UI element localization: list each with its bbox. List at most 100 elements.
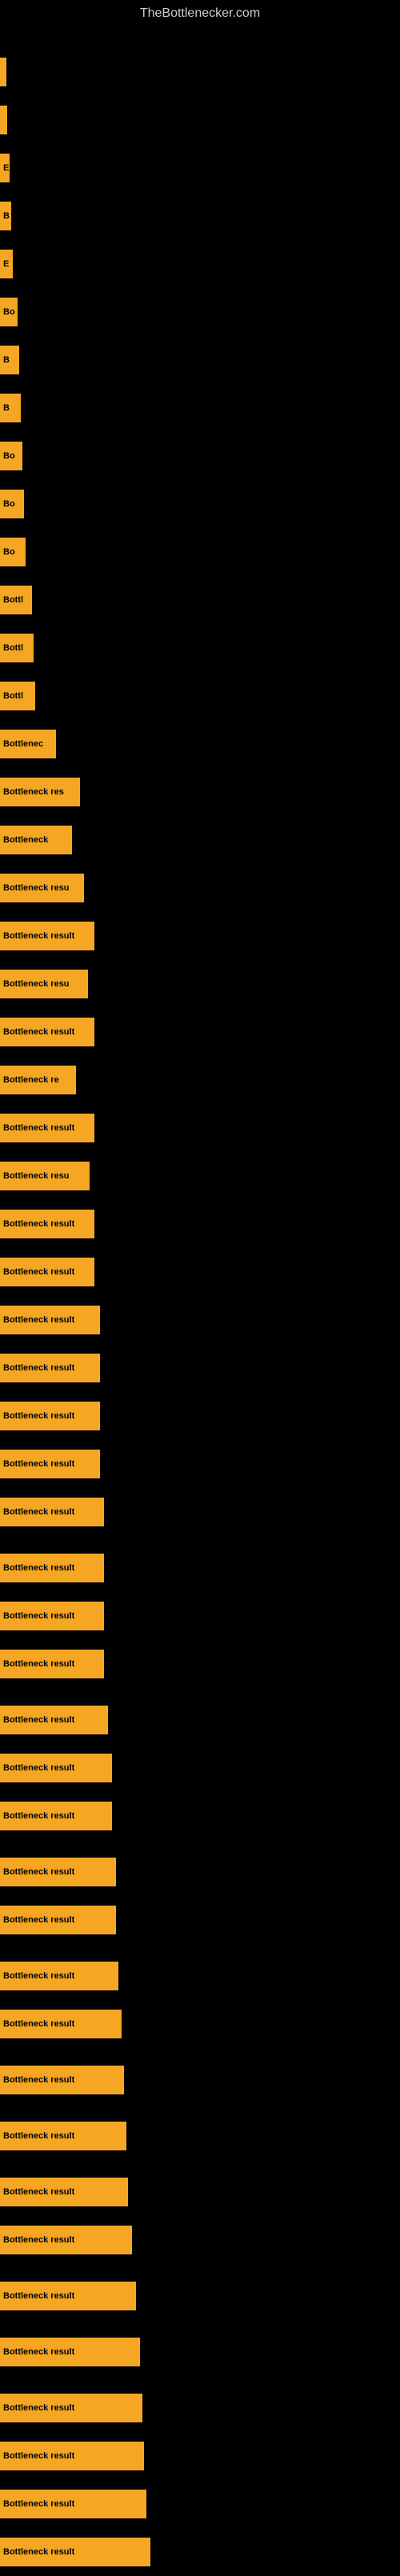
bar-label: Bottleneck resu	[3, 979, 70, 989]
bar-row: Bottleneck result	[0, 2328, 400, 2376]
bar-row: Bottleneck result	[0, 1952, 400, 2000]
bar-label: Bottleneck result	[3, 1507, 74, 1517]
bottleneck-bar: Bottleneck result	[0, 2066, 124, 2094]
bar-row: Bottleneck result	[0, 2000, 400, 2048]
bar-label: Bottleneck result	[3, 931, 74, 941]
bar-label: Bottleneck result	[3, 1763, 74, 1773]
bar-row: Bottlenec	[0, 720, 400, 768]
bar-label: Bottleneck result	[3, 2187, 74, 2197]
bar-label: Bottleneck result	[3, 1027, 74, 1037]
bar-row: Bottleneck result	[0, 1544, 400, 1592]
bottleneck-bar: Bottleneck resu	[0, 970, 88, 998]
bottleneck-bar: Bo	[0, 490, 24, 518]
bar-row: Bottleneck	[0, 816, 400, 864]
bar-row: Bottleneck result	[0, 1200, 400, 1248]
bar-row: Bottl	[0, 624, 400, 672]
bar-row: B	[0, 192, 400, 240]
bar-label: Bottleneck result	[3, 2019, 74, 2029]
bottleneck-bar: Bottl	[0, 586, 32, 614]
bar-row: Bo	[0, 528, 400, 576]
bar-label: E	[3, 259, 9, 269]
bar-label: Bo	[3, 499, 15, 509]
bottleneck-bar: Bottleneck result	[0, 2442, 144, 2470]
bar-row: Bottleneck result	[0, 1248, 400, 1296]
bar-label: Bo	[3, 307, 15, 317]
site-title: TheBottlenecker.com	[0, 0, 400, 27]
bar-row: Bottleneck result	[0, 1848, 400, 1896]
bottleneck-bar: Bottl	[0, 682, 35, 710]
bar-label: Bottlenec	[3, 739, 43, 749]
bar-row: Bottleneck re	[0, 1056, 400, 1104]
bottleneck-bar: Bo	[0, 442, 22, 470]
bar-label: Bottleneck result	[3, 1123, 74, 1133]
bar-row: B	[0, 384, 400, 432]
bar-label: Bottleneck result	[3, 1411, 74, 1421]
bar-label: B	[3, 403, 10, 413]
bar-row	[0, 48, 400, 96]
bar-row: Bottleneck result	[0, 2168, 400, 2216]
bar-label: Bottl	[3, 643, 23, 653]
bar-label: B	[3, 355, 10, 365]
bottleneck-bar: Bottleneck	[0, 826, 72, 854]
bar-label: Bottleneck result	[3, 1971, 74, 1981]
bar-label: Bottleneck	[3, 835, 48, 845]
bar-label: Bottleneck re	[3, 1075, 59, 1085]
bar-label: Bottl	[3, 691, 23, 701]
bottleneck-bar: Bottleneck result	[0, 2226, 132, 2254]
bottleneck-bar: Bottleneck result	[0, 1402, 100, 1430]
bottleneck-bar: Bottleneck result	[0, 1706, 108, 1734]
bottleneck-bar: Bottleneck result	[0, 1306, 100, 1334]
bar-label: Bottleneck resu	[3, 1171, 70, 1181]
bottleneck-bar	[0, 106, 7, 134]
bar-row	[0, 96, 400, 144]
bar-row: Bottleneck result	[0, 2216, 400, 2264]
bottleneck-bar: Bottleneck result	[0, 2010, 122, 2038]
bar-row: Bo	[0, 288, 400, 336]
bar-label: Bo	[3, 451, 15, 461]
bar-row: Bottleneck result	[0, 1488, 400, 1536]
bar-row: Bottleneck result	[0, 1392, 400, 1440]
bar-label: Bottleneck result	[3, 1315, 74, 1325]
bar-label: Bottleneck result	[3, 2131, 74, 2141]
bar-label: Bottleneck res	[3, 787, 64, 797]
bar-label: Bottleneck result	[3, 2403, 74, 2413]
bar-row: Bottleneck result	[0, 2056, 400, 2104]
bottleneck-bar: Bottleneck result	[0, 1114, 94, 1142]
bar-label: Bottleneck result	[3, 1611, 74, 1621]
bottleneck-bar	[0, 58, 6, 86]
bar-row: Bottleneck result	[0, 1696, 400, 1744]
bottleneck-bar: B	[0, 202, 11, 230]
bottleneck-bar: Bottleneck result	[0, 1858, 116, 1886]
bottleneck-bar: Bottleneck result	[0, 2490, 146, 2518]
bar-label: Bottleneck result	[3, 1219, 74, 1229]
bar-label: Bottleneck result	[3, 1563, 74, 1573]
bottleneck-bar: Bottl	[0, 634, 34, 662]
bottleneck-bar: Bottleneck result	[0, 1962, 118, 1990]
bar-row: Bottleneck result	[0, 1744, 400, 1792]
bottleneck-bar: Bo	[0, 298, 18, 326]
bar-row: Bo	[0, 480, 400, 528]
bottleneck-bar: Bottleneck result	[0, 2338, 140, 2366]
bar-label: Bottleneck result	[3, 1867, 74, 1877]
bottleneck-bar: E	[0, 154, 10, 182]
bar-label: Bottleneck result	[3, 2235, 74, 2245]
bar-row: Bottleneck result	[0, 2384, 400, 2432]
bar-row: Bottleneck result	[0, 1440, 400, 1488]
bar-row: B	[0, 336, 400, 384]
bar-label: Bottleneck result	[3, 2547, 74, 2557]
bar-row: E	[0, 240, 400, 288]
bar-row: Bottleneck result	[0, 1592, 400, 1640]
bottleneck-bar: Bottleneck result	[0, 1354, 100, 1382]
bar-row: Bottleneck result	[0, 2272, 400, 2320]
bar-label: Bottleneck result	[3, 1267, 74, 1277]
bar-row: E	[0, 144, 400, 192]
bottleneck-bar: Bottleneck result	[0, 1754, 112, 1782]
bar-row: Bottleneck result	[0, 1008, 400, 1056]
bottleneck-bar: Bo	[0, 538, 26, 566]
bottleneck-bar: Bottleneck result	[0, 1018, 94, 1046]
bottleneck-bar: Bottleneck re	[0, 1066, 76, 1094]
bar-label: Bo	[3, 547, 15, 557]
bottleneck-bar: Bottleneck result	[0, 2538, 150, 2566]
bar-row: Bottleneck resu	[0, 1152, 400, 1200]
bar-label: Bottleneck result	[3, 2347, 74, 2357]
